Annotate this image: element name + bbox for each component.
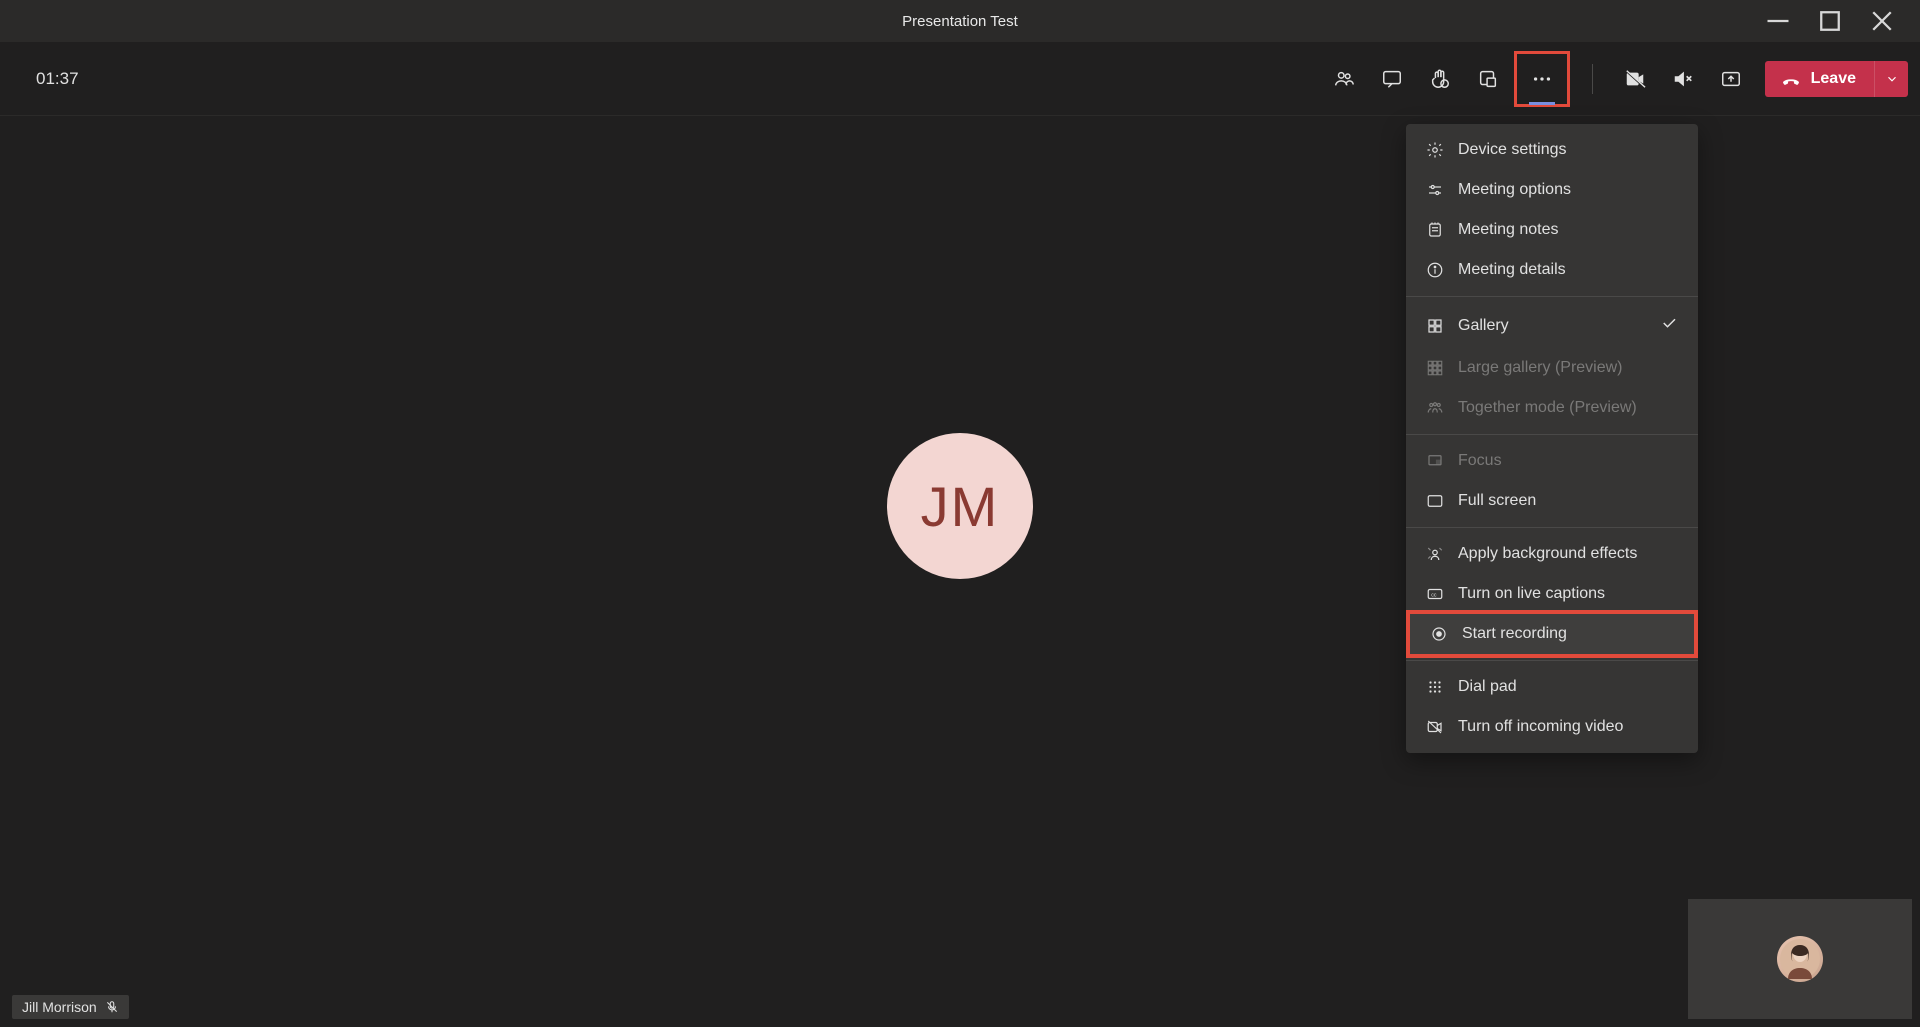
speaker-muted-icon	[1672, 68, 1694, 90]
menu-start-recording[interactable]: Start recording	[1406, 610, 1698, 658]
menu-label: Together mode (Preview)	[1458, 399, 1637, 417]
hangup-icon	[1781, 69, 1801, 89]
maximize-button[interactable]	[1816, 7, 1844, 35]
menu-live-captions[interactable]: cc Turn on live captions	[1406, 574, 1698, 614]
raise-hand-icon	[1429, 68, 1451, 90]
info-icon	[1426, 261, 1444, 279]
menu-turn-off-incoming-video[interactable]: Turn off incoming video	[1406, 707, 1698, 747]
background-icon	[1426, 545, 1444, 563]
participant-name-tag: Jill Morrison	[12, 995, 129, 1019]
menu-label: Dial pad	[1458, 678, 1517, 696]
menu-divider	[1406, 434, 1698, 435]
more-actions-button[interactable]	[1514, 51, 1570, 107]
people-icon	[1333, 68, 1355, 90]
toolbar-divider	[1592, 64, 1593, 94]
menu-label: Focus	[1458, 452, 1502, 470]
menu-label: Meeting options	[1458, 181, 1571, 199]
leave-options-button[interactable]	[1874, 61, 1908, 97]
participants-button[interactable]	[1320, 55, 1368, 103]
menu-together-mode: Together mode (Preview)	[1406, 388, 1698, 428]
rooms-icon	[1477, 68, 1499, 90]
menu-focus: Focus	[1406, 441, 1698, 481]
active-indicator	[1529, 102, 1555, 105]
menu-label: Turn off incoming video	[1458, 718, 1623, 736]
participant-name: Jill Morrison	[22, 999, 97, 1015]
menu-device-settings[interactable]: Device settings	[1406, 130, 1698, 170]
rooms-button[interactable]	[1464, 55, 1512, 103]
focus-icon	[1426, 452, 1444, 470]
person-photo-icon	[1780, 939, 1820, 979]
close-icon	[1868, 7, 1896, 35]
meeting-toolbar: 01:37 Leave	[0, 42, 1920, 116]
notes-icon	[1426, 221, 1444, 239]
menu-divider	[1406, 296, 1698, 297]
reactions-button[interactable]	[1416, 55, 1464, 103]
participant-avatar: JM	[887, 433, 1033, 579]
menu-label: Meeting details	[1458, 261, 1566, 279]
menu-background-effects[interactable]: Apply background effects	[1406, 534, 1698, 574]
incoming-video-off-icon	[1426, 718, 1444, 736]
menu-meeting-options[interactable]: Meeting options	[1406, 170, 1698, 210]
leave-button[interactable]: Leave	[1765, 69, 1874, 89]
menu-dial-pad[interactable]: Dial pad	[1406, 667, 1698, 707]
dialpad-icon	[1426, 678, 1444, 696]
leave-label: Leave	[1811, 70, 1856, 88]
grid-icon	[1426, 317, 1444, 335]
menu-gallery[interactable]: Gallery	[1406, 303, 1698, 348]
menu-label: Apply background effects	[1458, 545, 1637, 563]
menu-label: Gallery	[1458, 317, 1509, 335]
gear-icon	[1426, 141, 1444, 159]
menu-full-screen[interactable]: Full screen	[1406, 481, 1698, 521]
camera-toggle-button[interactable]	[1611, 55, 1659, 103]
menu-large-gallery: Large gallery (Preview)	[1406, 348, 1698, 388]
toolbar-right: Leave	[1320, 51, 1908, 107]
minimize-button[interactable]	[1764, 7, 1792, 35]
menu-label: Meeting notes	[1458, 221, 1559, 239]
grid-large-icon	[1426, 359, 1444, 377]
self-avatar	[1777, 936, 1823, 982]
close-button[interactable]	[1868, 7, 1896, 35]
avatar-initials: JM	[921, 474, 1000, 539]
menu-label: Start recording	[1462, 625, 1567, 643]
title-bar: Presentation Test	[0, 0, 1920, 42]
self-view-thumbnail[interactable]	[1688, 899, 1912, 1019]
svg-text:cc: cc	[1431, 592, 1437, 598]
mic-muted-icon	[105, 1000, 119, 1014]
maximize-icon	[1816, 7, 1844, 35]
more-actions-menu: Device settings Meeting options Meeting …	[1406, 124, 1698, 753]
menu-divider	[1406, 660, 1698, 661]
together-icon	[1426, 399, 1444, 417]
call-duration: 01:37	[36, 69, 79, 89]
menu-divider	[1406, 527, 1698, 528]
menu-meeting-details[interactable]: Meeting details	[1406, 250, 1698, 290]
menu-label: Turn on live captions	[1458, 585, 1605, 603]
menu-label: Large gallery (Preview)	[1458, 359, 1623, 377]
chat-icon	[1381, 68, 1403, 90]
window-title: Presentation Test	[902, 13, 1018, 30]
share-button[interactable]	[1707, 55, 1755, 103]
leave-button-group: Leave	[1765, 61, 1908, 97]
fullscreen-icon	[1426, 492, 1444, 510]
minimize-icon	[1764, 7, 1792, 35]
mic-toggle-button[interactable]	[1659, 55, 1707, 103]
ellipsis-icon	[1531, 68, 1553, 90]
menu-label: Device settings	[1458, 141, 1567, 159]
record-icon	[1430, 625, 1448, 643]
chat-button[interactable]	[1368, 55, 1416, 103]
camera-off-icon	[1624, 68, 1646, 90]
chevron-down-icon	[1885, 72, 1899, 86]
window-controls	[1764, 0, 1914, 42]
sliders-icon	[1426, 181, 1444, 199]
share-screen-icon	[1720, 68, 1742, 90]
captions-icon: cc	[1426, 585, 1444, 603]
check-icon	[1660, 314, 1678, 337]
menu-label: Full screen	[1458, 492, 1536, 510]
menu-meeting-notes[interactable]: Meeting notes	[1406, 210, 1698, 250]
